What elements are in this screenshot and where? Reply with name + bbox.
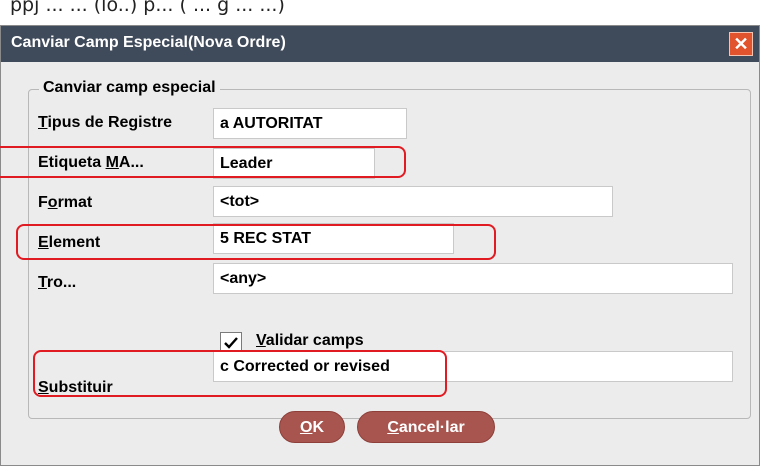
highlight-element (16, 224, 496, 260)
record-type-field[interactable]: a AUTORITAT (213, 108, 407, 139)
background-caption: ppj ... ... (lo..) p... ( ... g ... ...) (10, 0, 285, 16)
segment-field[interactable]: <any> (213, 263, 733, 294)
segment-label: Tro... (38, 274, 77, 291)
close-icon: ✕ (733, 34, 749, 54)
title-bar[interactable]: Canviar Camp Especial(Nova Ordre) ✕ (1, 26, 759, 62)
highlight-replace (33, 350, 447, 397)
ok-button[interactable]: OK (279, 411, 345, 443)
close-button[interactable]: ✕ (729, 32, 753, 56)
format-field[interactable]: <tot> (213, 186, 613, 217)
window-title: Canviar Camp Especial(Nova Ordre) (11, 34, 286, 51)
cancel-button[interactable]: Cancel·lar (357, 411, 495, 443)
checkmark-icon (224, 337, 238, 349)
group-title: Canviar camp especial (39, 79, 220, 97)
highlight-marc-tag (0, 146, 406, 178)
format-label: Format (38, 194, 93, 211)
record-type-label: Tipus de Registre (38, 114, 172, 131)
validate-label[interactable]: Validar camps (256, 332, 364, 350)
